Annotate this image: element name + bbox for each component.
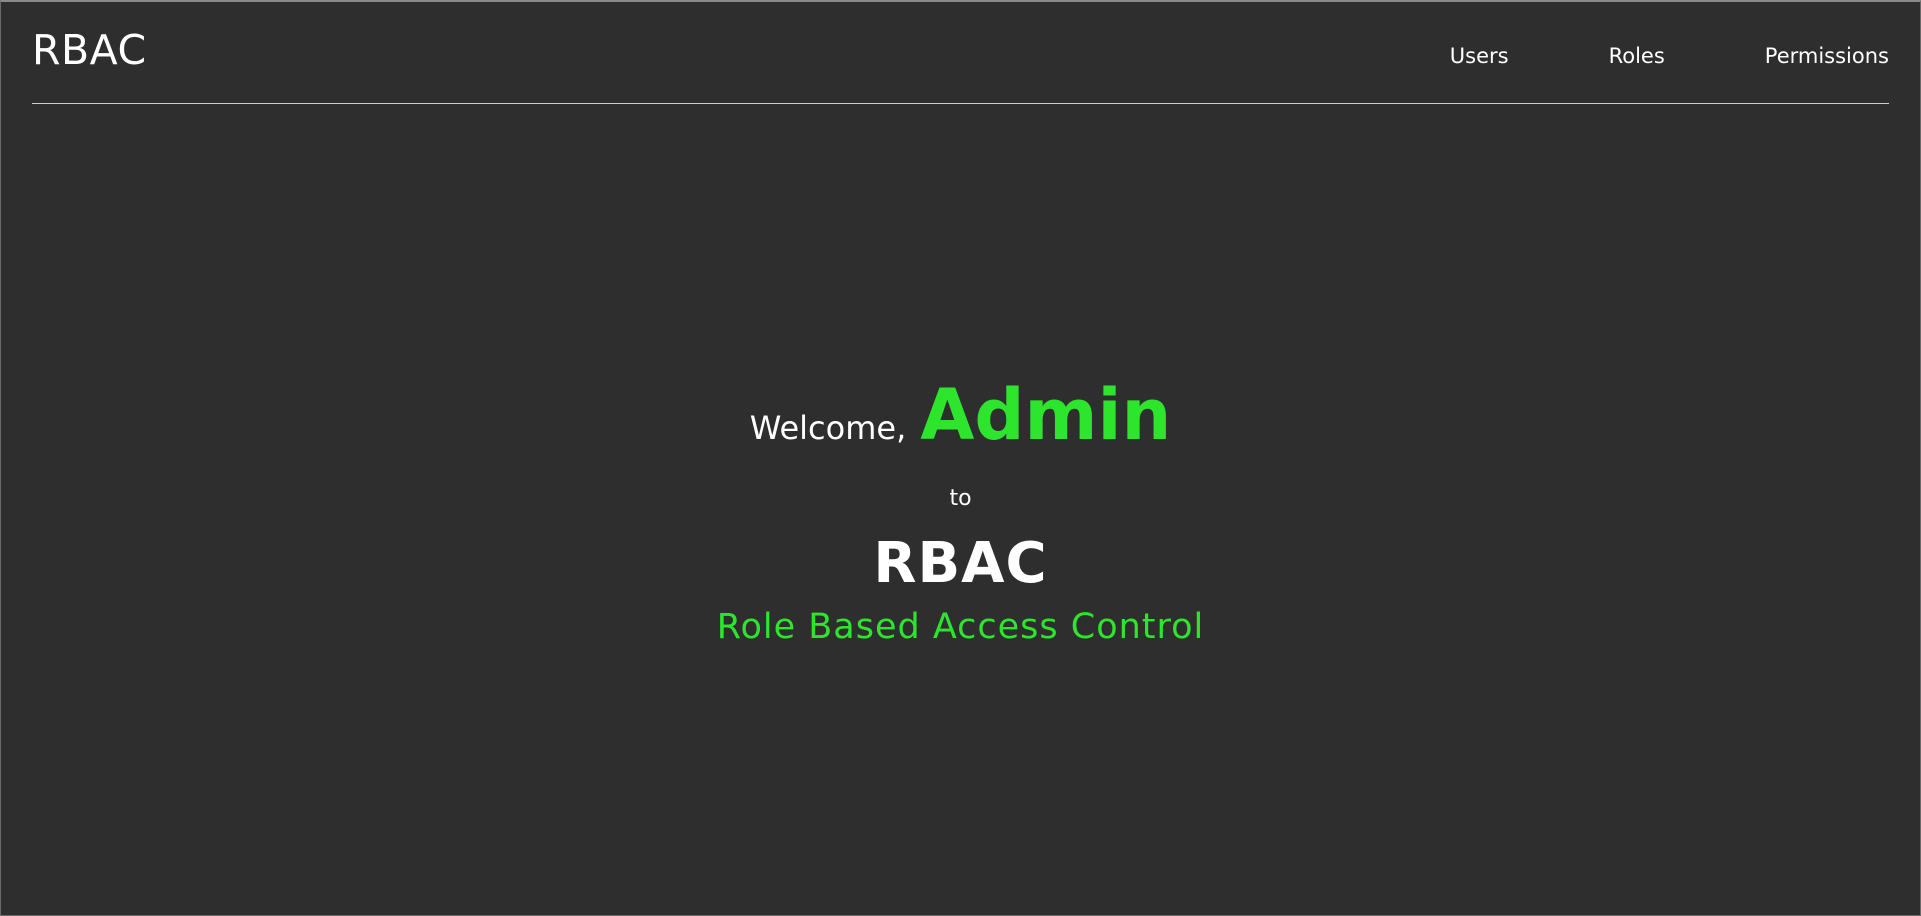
top-header: RBAC Users Roles Permissions [32, 0, 1889, 104]
user-name-heading: Admin [920, 374, 1172, 456]
app-tagline: Role Based Access Control [716, 607, 1205, 647]
nav-link-users[interactable]: Users [1450, 46, 1509, 67]
welcome-label: Welcome, [749, 409, 907, 447]
connector-text: to [949, 486, 972, 511]
app-name-heading: RBAC [873, 531, 1048, 596]
welcome-hero: Welcome, Admin to RBAC Role Based Access… [0, 380, 1921, 645]
nav-link-permissions[interactable]: Permissions [1765, 46, 1889, 67]
brand-logo-link[interactable]: RBAC [32, 30, 147, 71]
nav-link-roles[interactable]: Roles [1609, 46, 1665, 67]
welcome-line: Welcome, Admin [0, 380, 1921, 466]
main-nav: Users Roles Permissions [1450, 46, 1889, 67]
